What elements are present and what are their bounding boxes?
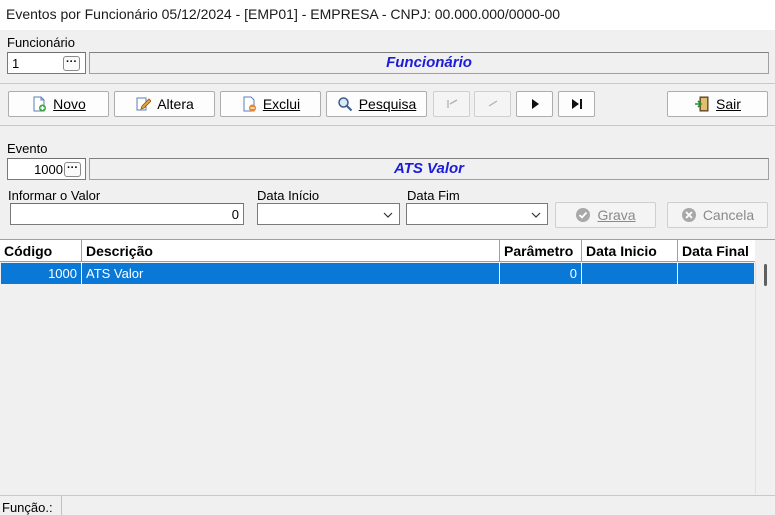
data-inicio-select[interactable] <box>257 203 400 225</box>
valor-input[interactable]: 0 <box>10 203 244 225</box>
evento-lookup-button[interactable]: ··· <box>64 162 81 177</box>
next-record-icon <box>527 96 543 112</box>
cell-data-final <box>678 263 754 284</box>
first-record-icon <box>444 96 460 112</box>
first-record-button[interactable] <box>433 91 470 117</box>
status-funcao: Função.: <box>0 496 62 515</box>
funcionario-lookup-button[interactable]: ··· <box>63 56 80 71</box>
cell-parametro: 0 <box>500 263 582 284</box>
status-bar: Função.: <box>0 495 775 515</box>
next-record-button[interactable] <box>516 91 553 117</box>
evento-label: Evento <box>7 141 48 156</box>
scrollbar-thumb[interactable] <box>764 264 767 286</box>
cancela-label: Cancela <box>702 207 755 223</box>
funcionario-label: Funcionário <box>7 35 75 50</box>
altera-label: Altera <box>157 96 194 112</box>
data-fim-label: Data Fim <box>407 188 460 203</box>
grid-header: Código Descrição Parâmetro Data Inicio D… <box>0 240 755 262</box>
sair-button[interactable]: Sair <box>667 91 768 117</box>
evento-code-value: 1000 <box>34 162 63 177</box>
new-document-icon <box>31 96 47 112</box>
exit-door-icon <box>694 96 710 112</box>
separator <box>0 83 775 84</box>
column-header-descricao[interactable]: Descrição <box>82 240 500 262</box>
column-header-data-final[interactable]: Data Final <box>678 240 755 262</box>
valor-label: Informar o Valor <box>8 188 101 203</box>
check-circle-icon <box>575 207 591 223</box>
cell-codigo: 1000 <box>1 263 82 284</box>
cell-data-inicio <box>582 263 678 284</box>
last-record-icon <box>569 96 585 112</box>
chevron-down-icon <box>531 208 541 218</box>
data-fim-select[interactable] <box>406 203 548 225</box>
column-header-codigo[interactable]: Código <box>0 240 82 262</box>
pesquisa-label: Pesquisa <box>358 96 417 112</box>
search-icon <box>337 96 353 112</box>
evento-name-banner: ATS Valor <box>89 158 769 180</box>
grava-button[interactable]: Grava <box>555 202 656 228</box>
edit-icon <box>135 96 152 112</box>
funcionario-name-banner: Funcionário <box>89 52 769 74</box>
cancel-circle-icon <box>681 207 697 223</box>
novo-button[interactable]: Novo <box>8 91 109 117</box>
exclui-label: Exclui <box>262 96 301 112</box>
window-title: Eventos por Funcionário 05/12/2024 - [EM… <box>0 0 775 30</box>
column-header-data-inicio[interactable]: Data Inicio <box>582 240 678 262</box>
grid-vertical-scrollbar[interactable] <box>755 262 772 494</box>
pesquisa-button[interactable]: Pesquisa <box>326 91 427 117</box>
sair-label: Sair <box>716 96 741 112</box>
chevron-down-icon <box>383 208 393 218</box>
grava-label: Grava <box>597 207 636 223</box>
novo-label: Novo <box>53 96 86 112</box>
altera-button[interactable]: Altera <box>114 91 215 117</box>
valor-value: 0 <box>231 207 239 222</box>
cell-descricao: ATS Valor <box>82 263 500 284</box>
funcionario-code-value: 1 <box>12 56 20 71</box>
previous-record-button[interactable] <box>474 91 511 117</box>
table-row[interactable]: 1000 ATS Valor 0 <box>1 263 754 284</box>
exclui-button[interactable]: Exclui <box>220 91 321 117</box>
column-header-parametro[interactable]: Parâmetro <box>500 240 582 262</box>
events-grid[interactable]: Código Descrição Parâmetro Data Inicio D… <box>0 239 775 494</box>
delete-document-icon <box>241 96 257 112</box>
cancela-button[interactable]: Cancela <box>667 202 768 228</box>
previous-record-icon <box>485 96 501 112</box>
last-record-button[interactable] <box>558 91 595 117</box>
separator <box>0 125 775 126</box>
data-inicio-label: Data Início <box>257 188 320 203</box>
